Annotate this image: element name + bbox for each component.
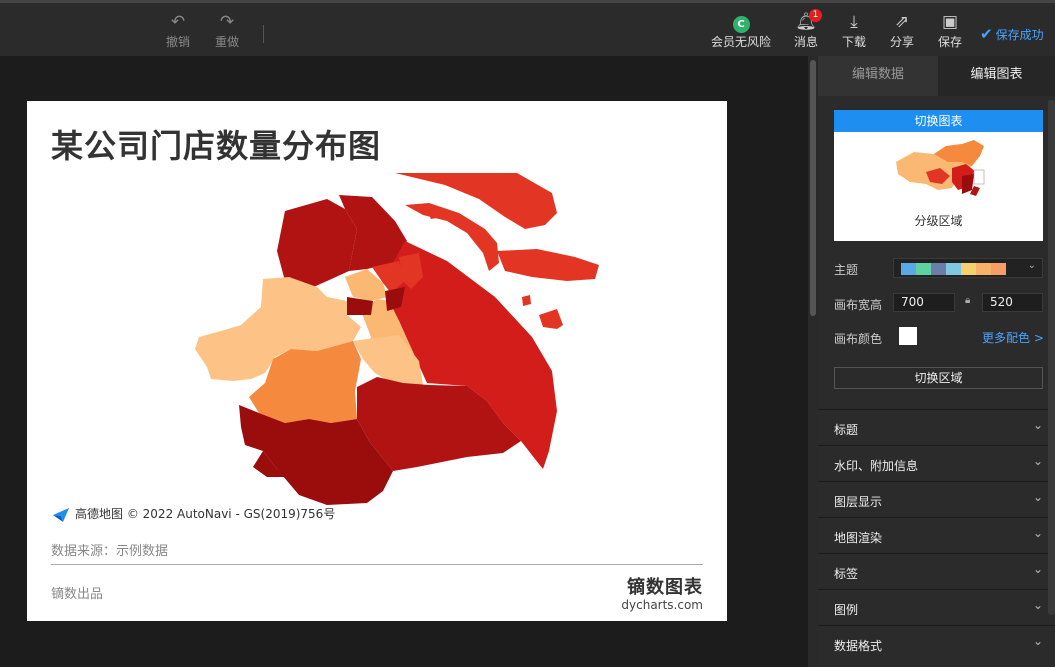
redo-icon: ↷ xyxy=(219,12,235,32)
save-icon: ▣ xyxy=(941,12,959,32)
china-map-thumbnail xyxy=(896,140,985,196)
theme-label: 主题 xyxy=(834,263,859,277)
download-icon: ⤓ xyxy=(850,12,858,32)
switch-chart-button[interactable]: 切换图表 xyxy=(834,110,1043,132)
canvas-scroll-thumb[interactable] xyxy=(810,60,816,316)
panel-scrollbar[interactable] xyxy=(1048,100,1055,615)
section-label: 水印、附加信息 xyxy=(834,459,919,473)
chevron-down-icon: ⌄ xyxy=(1032,526,1043,540)
panel-tabs: 编辑数据 编辑图表 xyxy=(818,56,1055,96)
section-title[interactable]: 标题 ⌄ xyxy=(818,409,1055,445)
vip-label: 会员无风险 xyxy=(710,35,771,49)
theme-swatch xyxy=(931,263,946,275)
download-label: 下载 xyxy=(841,35,866,49)
chevron-down-icon: ⌄ xyxy=(1032,454,1043,468)
share-icon: ⇗ xyxy=(894,12,910,32)
redo-button[interactable]: ↷ 重做 xyxy=(207,11,247,50)
undo-icon: ↶ xyxy=(170,12,186,32)
region-chongming[interactable] xyxy=(395,173,557,229)
save-button[interactable]: ▣ 保存 xyxy=(930,11,970,50)
toolbar-divider xyxy=(263,25,264,43)
more-colors-link[interactable]: 更多配色 > xyxy=(982,329,1044,346)
theme-swatch xyxy=(916,263,931,275)
section-layers[interactable]: 图层显示 ⌄ xyxy=(818,481,1055,517)
brand-logo: 镝数图表 dycharts.com xyxy=(621,573,703,612)
edit-panel: 编辑数据 编辑图表 切换图表 分级区域 主题 ⌄ 画布宽高 700 🔒︎ 520… xyxy=(818,56,1055,667)
messages-label: 消息 xyxy=(793,35,818,49)
chevron-down-icon: ⌄ xyxy=(1032,562,1043,576)
save-status-text: 保存成功 xyxy=(995,28,1044,42)
share-button[interactable]: ⇗ 分享 xyxy=(882,11,922,50)
tab-edit-data[interactable]: 编辑数据 xyxy=(818,56,938,96)
map-credit-text: © 2022 AutoNavi - GS(2019)756号 xyxy=(126,507,336,521)
width-input[interactable]: 700 xyxy=(893,293,955,312)
region-jiading[interactable] xyxy=(277,199,357,289)
footer-credit[interactable]: 镝数出品 xyxy=(51,583,103,602)
section-label: 数据格式 xyxy=(834,639,883,653)
share-label: 分享 xyxy=(889,35,914,49)
chevron-down-icon: ⌄ xyxy=(1032,418,1043,432)
height-input[interactable]: 520 xyxy=(982,293,1043,312)
theme-swatch xyxy=(901,263,916,275)
tab-edit-chart[interactable]: 编辑图表 xyxy=(938,56,1055,96)
theme-swatch xyxy=(991,263,1006,275)
map-credit: 高德地图 © 2022 AutoNavi - GS(2019)756号 xyxy=(51,505,335,524)
chart-title[interactable]: 某公司门店数量分布图 xyxy=(51,121,381,167)
download-button[interactable]: ⤓ 下载 xyxy=(834,11,874,50)
theme-swatch xyxy=(961,263,976,275)
save-status: ✔ 保存成功 xyxy=(980,25,1044,43)
redo-label: 重做 xyxy=(214,35,239,49)
save-label: 保存 xyxy=(937,35,962,49)
theme-swatch xyxy=(976,263,991,275)
bg-color-picker[interactable] xyxy=(899,327,917,345)
region-islet-1[interactable] xyxy=(539,309,563,329)
section-label: 图层显示 xyxy=(834,495,883,509)
canvas-scrollbar[interactable] xyxy=(808,56,818,667)
section-data-format[interactable]: 数据格式 ⌄ xyxy=(818,625,1055,661)
undo-button[interactable]: ↶ 撤销 xyxy=(158,11,198,50)
chevron-down-icon: ⌄ xyxy=(1032,490,1043,504)
amap-logo-icon xyxy=(53,507,69,522)
region-islet-2[interactable] xyxy=(522,295,531,306)
vip-button[interactable]: C 会员无风险 xyxy=(705,11,777,50)
messages-badge: 1 xyxy=(809,9,822,22)
undo-label: 撤销 xyxy=(165,35,190,49)
switch-region-button[interactable]: 切换区域 xyxy=(834,367,1043,389)
chevron-down-icon: ⌄ xyxy=(1032,634,1043,648)
bg-color-label: 画布颜色 xyxy=(834,332,883,346)
size-label: 画布宽高 xyxy=(834,298,883,312)
section-map-render[interactable]: 地图渲染 ⌄ xyxy=(818,517,1055,553)
vip-icon: C xyxy=(732,16,750,33)
chart-preview[interactable]: 切换图表 分级区域 xyxy=(834,110,1043,241)
map-logo-text: 高德地图 xyxy=(75,507,124,521)
section-watermark[interactable]: 水印、附加信息 ⌄ xyxy=(818,445,1055,481)
section-label: 标签 xyxy=(834,567,859,581)
top-toolbar: ↶ 撤销 ↷ 重做 C 会员无风险 🔔︎ 1 消息 ⤓ 下载 ⇗ 分享 ▣ 保存… xyxy=(0,0,1055,56)
preview-label: 分级区域 xyxy=(914,214,963,228)
brand-url: dycharts.com xyxy=(621,598,703,612)
section-labels[interactable]: 标签 ⌄ xyxy=(818,553,1055,589)
section-label: 地图渲染 xyxy=(834,531,883,545)
brand-name: 镝数图表 xyxy=(627,577,703,598)
section-label: 标题 xyxy=(834,423,859,437)
theme-select[interactable]: ⌄ xyxy=(893,258,1043,278)
theme-swatch xyxy=(946,263,961,275)
footer-divider xyxy=(51,564,703,565)
messages-button[interactable]: 🔔︎ 1 消息 xyxy=(786,9,826,50)
data-source[interactable]: 数据来源：示例数据 xyxy=(51,540,168,559)
section-label: 图例 xyxy=(834,603,859,617)
chart-card[interactable]: 某公司门店数量分布图 高德地图 © 2022 AutoNavi - GS(201… xyxy=(27,101,727,621)
chevron-down-icon: ⌄ xyxy=(1027,260,1036,271)
region-hengsha[interactable] xyxy=(497,249,599,281)
lock-icon[interactable]: 🔒︎ xyxy=(965,295,970,306)
section-legend[interactable]: 图例 ⌄ xyxy=(818,589,1055,625)
check-icon: ✔ xyxy=(980,25,993,43)
chevron-down-icon: ⌄ xyxy=(1032,598,1043,612)
